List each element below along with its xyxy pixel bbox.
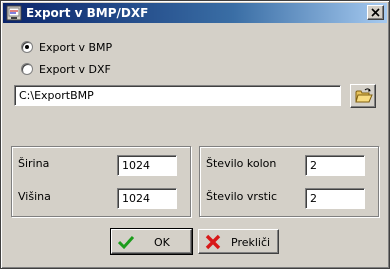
width-label: Širina xyxy=(18,157,50,170)
export-path-field[interactable]: C:\ExportBMP xyxy=(14,85,341,106)
radio-bmp-indicator[interactable] xyxy=(21,41,33,53)
cross-icon xyxy=(205,234,221,250)
app-icon xyxy=(6,5,22,21)
checkmark-icon xyxy=(118,235,134,250)
window-title: Export v BMP/DXF xyxy=(26,6,149,20)
height-label: Višina xyxy=(18,190,51,203)
columns-input[interactable]: 2 xyxy=(305,155,365,176)
rows-label: Število vrstic xyxy=(206,190,278,203)
browse-folder-button[interactable] xyxy=(350,84,376,108)
title-bar[interactable]: Export v BMP/DXF xyxy=(3,3,387,23)
ok-button[interactable]: OK xyxy=(110,228,193,255)
radio-export-dxf[interactable]: Export v DXF xyxy=(21,61,111,77)
rows-input[interactable]: 2 xyxy=(305,188,365,209)
export-dialog: Export v BMP/DXF Export v BMP Export v D… xyxy=(0,0,390,269)
close-button[interactable] xyxy=(367,5,384,20)
radio-export-bmp[interactable]: Export v BMP xyxy=(21,39,112,55)
width-input[interactable]: 1024 xyxy=(117,155,177,176)
cancel-label: Prekliči xyxy=(231,236,271,249)
radio-dxf-label: Export v DXF xyxy=(39,62,111,76)
radio-bmp-label: Export v BMP xyxy=(39,40,113,54)
radio-dxf-indicator[interactable] xyxy=(21,63,33,75)
cancel-button[interactable]: Prekliči xyxy=(198,229,279,254)
open-folder-icon xyxy=(355,88,373,103)
height-input[interactable]: 1024 xyxy=(117,188,177,209)
columns-label: Število kolon xyxy=(206,157,277,170)
ok-label: OK xyxy=(154,236,170,249)
close-icon xyxy=(371,8,380,17)
